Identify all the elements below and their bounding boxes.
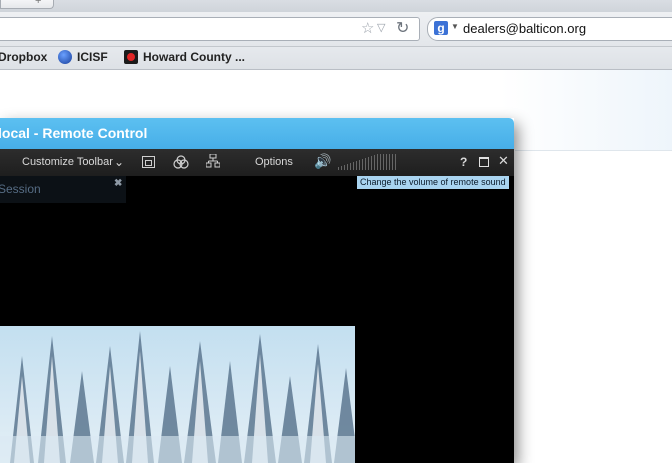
page-header-gradient (500, 70, 672, 150)
network-icon[interactable] (205, 153, 221, 168)
search-input[interactable]: dealers@balticon.org (463, 21, 586, 36)
help-icon[interactable]: ? (460, 155, 467, 169)
star-icon[interactable]: ☆ (361, 19, 374, 37)
options-button[interactable]: Options (255, 156, 293, 168)
close-icon[interactable]: ✖ (114, 178, 122, 189)
bookmark-label: Dropbox (0, 50, 48, 64)
close-icon[interactable]: ✕ (498, 153, 509, 169)
bookmarks-bar: Dropbox ICISF Howard County ... (0, 47, 672, 70)
search-box[interactable]: g ▼ dealers@balticon.org (427, 17, 672, 41)
tab-strip: + (0, 0, 672, 12)
speaker-icon[interactable]: 🔊 (314, 153, 331, 170)
divider (515, 150, 672, 151)
chevron-down-icon[interactable]: ▼ (451, 22, 459, 31)
bookmark-icisf[interactable]: ICISF (58, 50, 108, 64)
chevron-down-icon[interactable]: ⌄ (114, 155, 124, 169)
snowy-forest-image (0, 326, 355, 463)
dropdown-icon[interactable]: ▽ (377, 21, 385, 34)
new-tab-button[interactable]: + (35, 0, 41, 7)
howard-county-icon (124, 50, 138, 64)
bookmark-label: ICISF (77, 50, 108, 64)
google-icon[interactable]: g (434, 21, 448, 35)
customize-toolbar-button[interactable]: Customize Toolbar (22, 156, 113, 168)
bookmark-label: Howard County ... (143, 50, 245, 64)
window-mode-icon[interactable] (142, 156, 155, 168)
bookmark-howard-county[interactable]: Howard County ... (124, 50, 245, 64)
remote-screen[interactable]: Session ✖ Change the volume of remote so… (0, 176, 514, 463)
remote-toolbar: Customize Toolbar ⌄ Options 🔊 ? ✕ (0, 149, 514, 176)
bookmark-dropbox[interactable]: Dropbox (0, 50, 47, 64)
remote-control-window: local - Remote Control Customize Toolbar… (0, 118, 514, 463)
volume-tooltip: Change the volume of remote sound (357, 176, 509, 189)
globe-icon (58, 50, 72, 64)
tab[interactable]: + (0, 0, 54, 9)
video-frame (0, 326, 355, 463)
color-circles-icon[interactable] (173, 155, 189, 172)
browser-toolbar: ☆ ▽ ↻ g ▼ dealers@balticon.org (0, 12, 672, 47)
session-label: Session (0, 182, 41, 196)
reload-icon[interactable]: ↻ (396, 18, 409, 38)
session-panel: Session ✖ (0, 176, 126, 203)
address-bar[interactable]: ☆ ▽ ↻ (0, 17, 420, 41)
window-titlebar[interactable]: local - Remote Control (0, 118, 514, 149)
window-title: local - Remote Control (0, 125, 148, 141)
maximize-icon[interactable] (479, 157, 489, 167)
